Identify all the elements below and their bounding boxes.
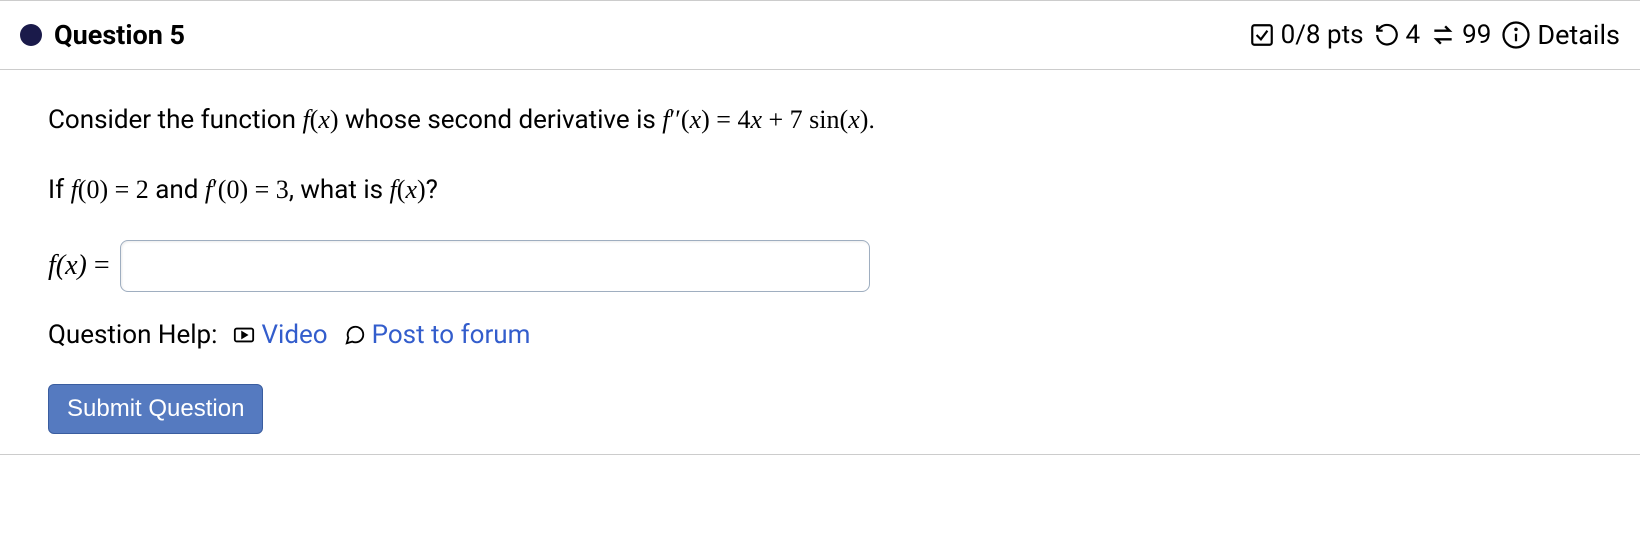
close-paren: ) [330, 105, 339, 134]
retries-text: 99 [1462, 20, 1491, 50]
ans-equals: = [87, 250, 110, 281]
rotate-ccw-icon [1374, 22, 1400, 48]
video-link[interactable]: Video [233, 320, 327, 350]
info-icon [1501, 20, 1531, 50]
header-left: Question 5 [20, 19, 185, 51]
points-text: 0/8 pts [1281, 20, 1364, 50]
math-4: 4 [737, 105, 750, 134]
help-row: Question Help: Video Post to forum [48, 320, 1592, 350]
math-eq: = [710, 105, 738, 134]
math-f: f [302, 105, 309, 134]
header-right: 0/8 pts 4 99 [1249, 19, 1620, 51]
line2-and: and [149, 175, 205, 205]
attempts-text: 4 [1406, 20, 1421, 50]
forum-text: Post to forum [372, 320, 531, 350]
swap-arrows-icon [1430, 22, 1456, 48]
math-x-3: x [848, 105, 860, 134]
attempts-group: 4 [1374, 20, 1421, 50]
open-paren-7: ( [56, 250, 65, 281]
math-fx-x: x [405, 175, 417, 204]
answer-row: f(x) = [48, 240, 1592, 292]
math-sin: sin [809, 105, 839, 134]
prompt-line-2: If f(0) = 2 and f′(0) = 3, what is f(x)? [48, 170, 1592, 210]
retries-group: 99 [1430, 20, 1491, 50]
math-7: 7 [790, 105, 810, 134]
video-text: Video [261, 320, 327, 350]
answer-input[interactable] [120, 240, 870, 292]
math-eq2: = 2 [108, 175, 149, 204]
prompt-mid: whose second derivative is [339, 105, 663, 135]
answer-label: f(x) = [48, 250, 110, 282]
close-paren-4: ) [99, 175, 108, 204]
ans-f: f [48, 250, 56, 281]
close-paren-5: ) [239, 175, 248, 204]
close-paren-7: ) [78, 250, 87, 281]
speech-icon [344, 324, 366, 346]
prompt-prefix: Consider the function [48, 105, 302, 135]
prompt-period: . [868, 105, 875, 135]
details-group[interactable]: Details [1501, 19, 1620, 51]
math-fpp-f: f [662, 105, 669, 134]
question-body: Consider the function f(x) whose second … [0, 70, 1640, 455]
points-group: 0/8 pts [1249, 20, 1364, 50]
details-link[interactable]: Details [1537, 19, 1620, 51]
question-title: Question 5 [54, 19, 185, 51]
submit-button[interactable]: Submit Question [48, 384, 263, 434]
math-plus: + [762, 105, 790, 134]
ans-x: x [65, 250, 77, 281]
bullet-icon [20, 24, 42, 46]
line2-suffix: , what is [289, 175, 390, 205]
question-container: Question 5 0/8 pts 4 [0, 0, 1640, 455]
math-0-2: 0 [226, 175, 239, 204]
math-pp: ′′ [670, 105, 681, 134]
math-rhs-x: x [750, 105, 762, 134]
help-label: Question Help: [48, 320, 217, 350]
math-0: 0 [86, 175, 99, 204]
forum-link[interactable]: Post to forum [344, 320, 531, 350]
checkbox-icon [1249, 22, 1275, 48]
question-header: Question 5 0/8 pts 4 [0, 1, 1640, 70]
math-fx-f: f [390, 175, 397, 204]
close-paren-6: ) [417, 175, 426, 204]
math-x-2: x [690, 105, 702, 134]
math-x: x [318, 105, 330, 134]
video-icon [233, 324, 255, 346]
line2-prefix: If [48, 175, 71, 205]
line2-q: ? [426, 175, 438, 205]
math-f0-f: f [71, 175, 78, 204]
open-paren-2: ( [681, 105, 690, 134]
open-paren-3: ( [840, 105, 849, 134]
close-paren-2: ) [701, 105, 710, 134]
math-eq3: = 3 [248, 175, 289, 204]
prompt-line-1: Consider the function f(x) whose second … [48, 100, 1592, 140]
